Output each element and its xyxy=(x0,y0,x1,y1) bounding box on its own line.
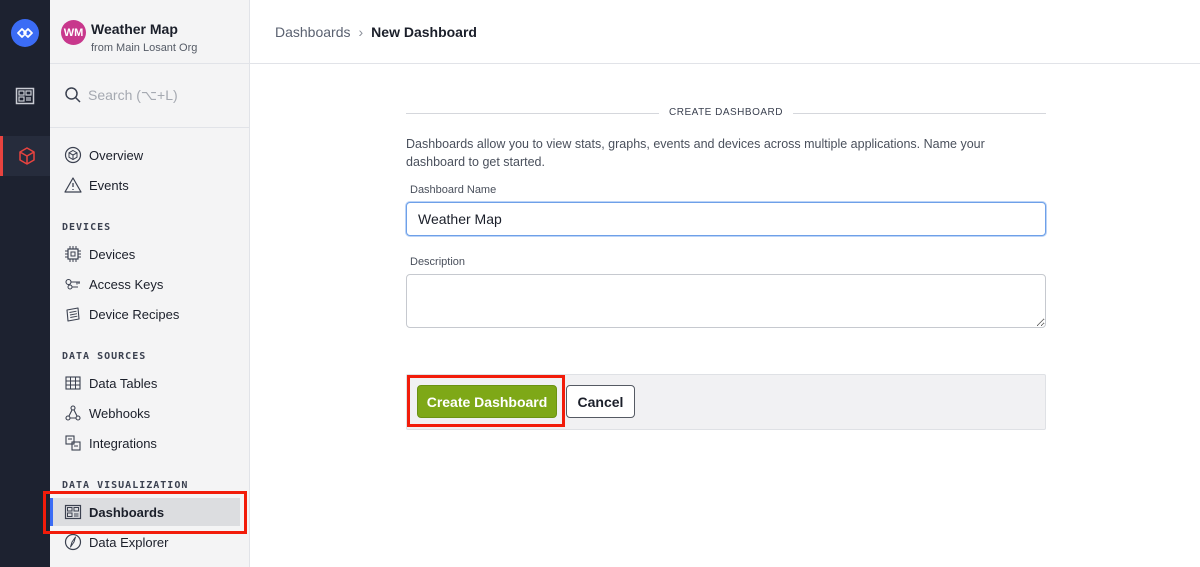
sidebar-item-data-tables[interactable]: Data Tables xyxy=(50,369,250,397)
sidebar-item-overview[interactable]: Overview xyxy=(50,141,250,169)
search-icon xyxy=(64,86,82,109)
dashboard-name-input[interactable] xyxy=(406,202,1046,236)
applications-rail-icon[interactable] xyxy=(0,136,50,176)
form-legend-text: CREATE DASHBOARD xyxy=(659,107,793,118)
dashboard-name-label: Dashboard Name xyxy=(410,184,497,196)
name-field-group: Dashboard Name xyxy=(406,184,1046,236)
app-org: from Main Losant Org xyxy=(91,42,198,54)
breadcrumb-separator: › xyxy=(358,23,364,40)
sidebar-item-integrations[interactable]: Integrations xyxy=(50,429,250,457)
page-title: New Dashboard xyxy=(371,23,477,40)
compass-icon xyxy=(63,532,83,552)
section-title-data-sources: DATA SOURCES xyxy=(62,351,147,362)
breadcrumb: Dashboards › New Dashboard xyxy=(250,0,1200,64)
dashboards-rail-icon[interactable] xyxy=(0,76,50,116)
sidebar: WM Weather Map from Main Losant Org Over… xyxy=(50,0,250,567)
sidebar-item-device-recipes[interactable]: Device Recipes xyxy=(50,300,250,328)
create-dashboard-form: CREATE DASHBOARD Dashboards allow you to… xyxy=(406,104,1046,333)
sidebar-item-events[interactable]: Events xyxy=(50,171,250,199)
description-textarea[interactable] xyxy=(406,274,1046,328)
search-input[interactable] xyxy=(88,84,238,106)
warning-triangle-icon xyxy=(63,175,83,195)
sidebar-item-webhooks[interactable]: Webhooks xyxy=(50,399,250,427)
app-avatar: WM xyxy=(61,20,86,45)
description-field-group: Description xyxy=(406,256,1046,333)
breadcrumb-dashboards-link[interactable]: Dashboards xyxy=(275,24,351,40)
app-header[interactable]: WM Weather Map from Main Losant Org xyxy=(50,0,249,64)
cancel-button[interactable]: Cancel xyxy=(566,385,635,418)
webhook-icon xyxy=(63,403,83,423)
app-name: Weather Map xyxy=(91,21,178,37)
form-intro-text: Dashboards allow you to view stats, grap… xyxy=(406,137,985,169)
description-label: Description xyxy=(410,256,466,268)
losant-logo-icon[interactable] xyxy=(11,19,39,47)
highlight-box-create-button xyxy=(407,375,565,427)
sidebar-item-devices[interactable]: Devices xyxy=(50,240,250,268)
chip-icon xyxy=(63,244,83,264)
section-title-devices: DEVICES xyxy=(62,222,112,233)
search-bar xyxy=(50,64,249,128)
form-legend: CREATE DASHBOARD xyxy=(406,104,1046,124)
recipe-icon xyxy=(63,304,83,324)
integrations-icon xyxy=(63,433,83,453)
table-icon xyxy=(63,373,83,393)
sidebar-item-access-keys[interactable]: Access Keys xyxy=(50,270,250,298)
cube-outline-icon xyxy=(63,145,83,165)
highlight-box-dashboards xyxy=(43,491,247,534)
keys-icon xyxy=(63,274,83,294)
section-title-data-visualization: DATA VISUALIZATION xyxy=(62,480,189,491)
app-rail xyxy=(0,0,50,567)
